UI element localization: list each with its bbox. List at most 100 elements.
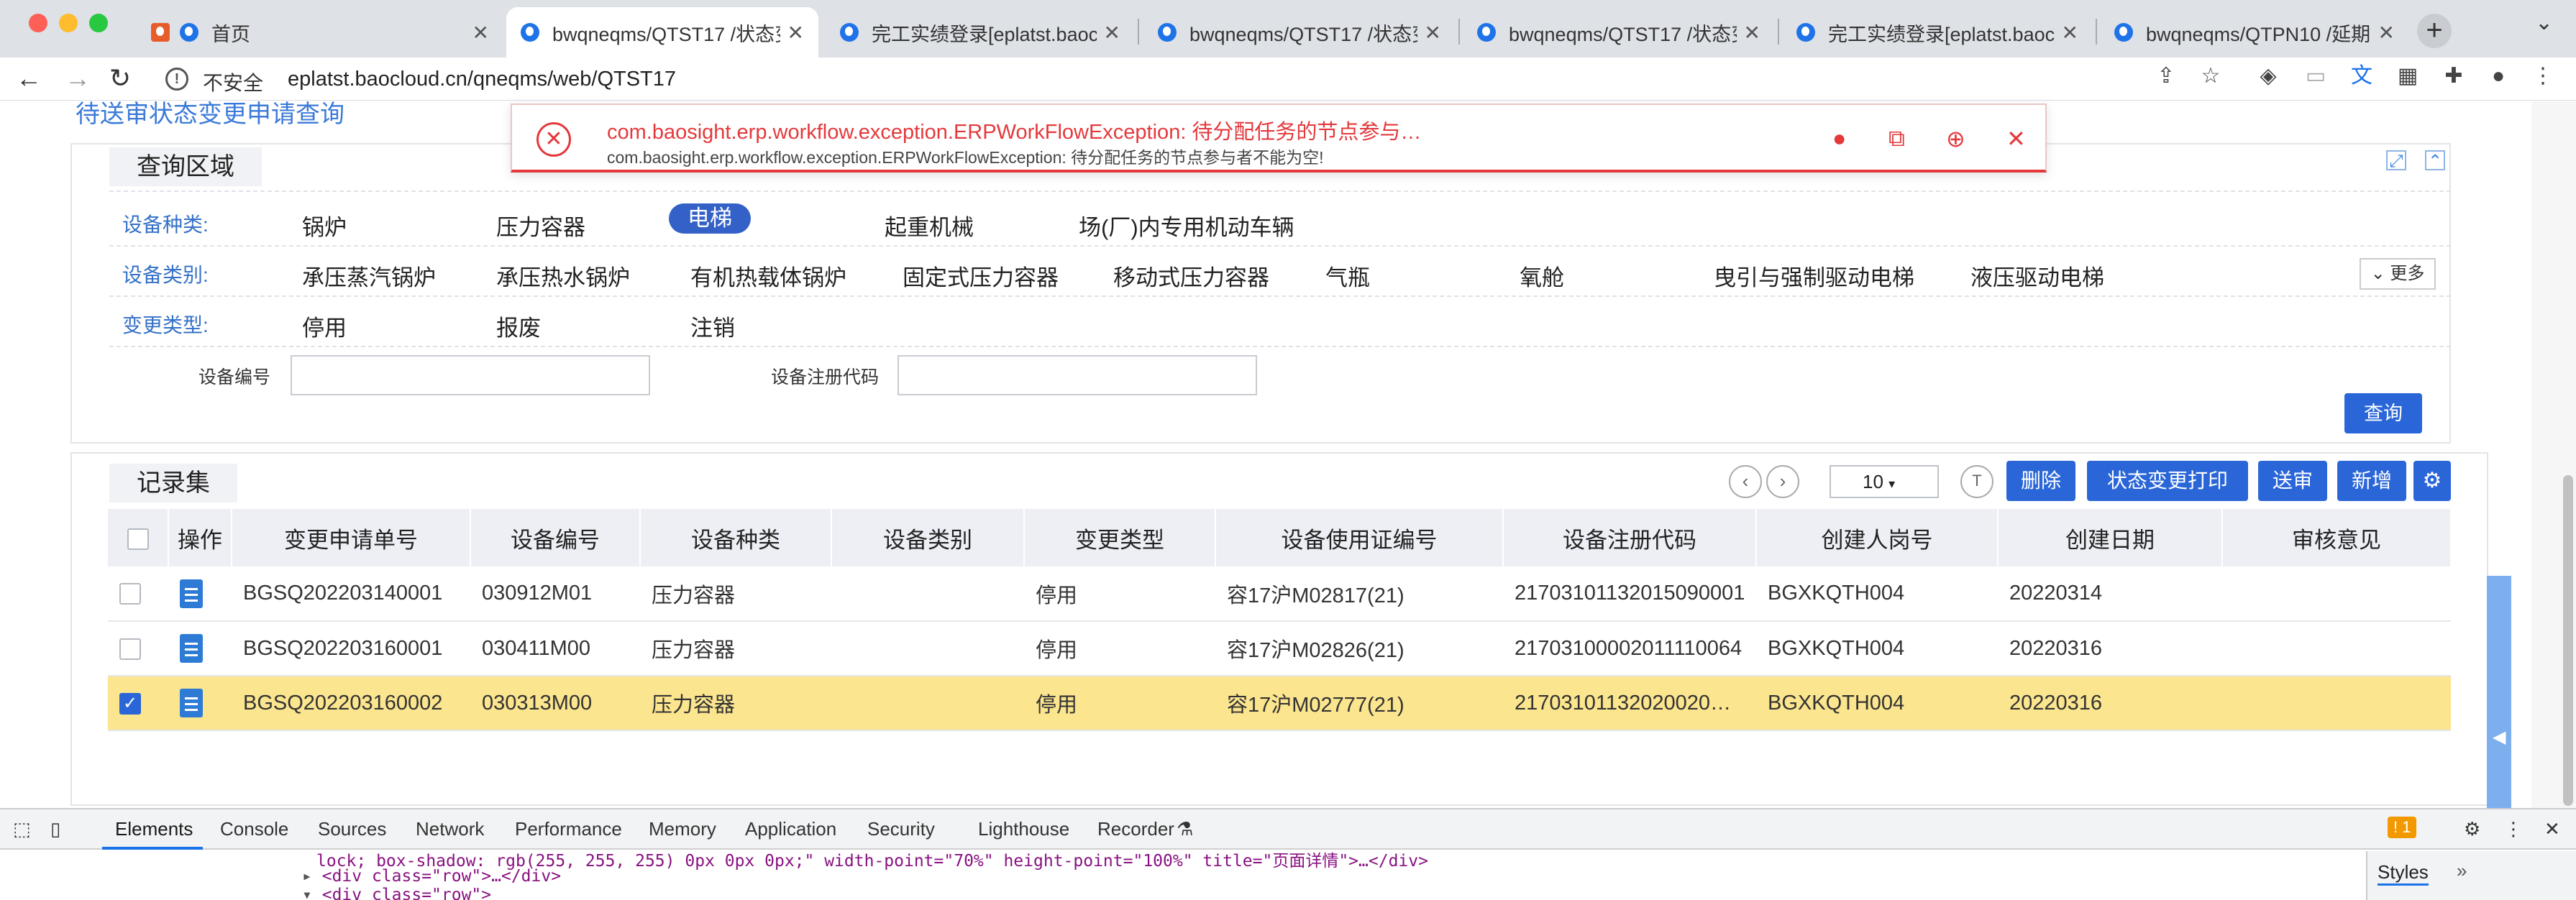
row-action-cell[interactable] (168, 676, 232, 731)
close-tab-icon[interactable]: ✕ (2062, 21, 2078, 45)
row-action-cell[interactable] (168, 621, 232, 676)
select-all-checkbox[interactable] (127, 528, 149, 550)
extension-cast-icon[interactable]: ▭ (2304, 65, 2327, 88)
browser-tab-active[interactable]: bwqneqms/QTST17 /状态变 ✕ (506, 7, 818, 58)
page-scrollbar[interactable] (2531, 101, 2576, 808)
devtools-settings-icon[interactable]: ⚙ (2464, 818, 2480, 840)
column-header[interactable]: 设备类别 (831, 509, 1025, 566)
share-icon[interactable]: ⇪ (2155, 65, 2178, 88)
devtools-tab-application[interactable]: Application (745, 818, 836, 840)
more-options-button[interactable]: ⌄ 更多 (2360, 258, 2436, 290)
extensions-puzzle-icon[interactable]: ✚ (2442, 65, 2465, 88)
registration-code-input[interactable] (898, 355, 1257, 395)
close-tab-icon[interactable]: ✕ (472, 21, 489, 45)
pin-icon[interactable]: ● (1832, 125, 1846, 152)
expand-triangle-icon[interactable]: ▸ (302, 867, 312, 886)
insecure-warning-icon[interactable]: ! (165, 68, 188, 91)
option-factory-vehicle[interactable]: 场(厂)内专用机动车辆 (1079, 209, 1294, 242)
profile-avatar-icon[interactable]: ● (2487, 65, 2510, 88)
option-category[interactable]: 气瓶 (1325, 260, 1370, 292)
close-tab-icon[interactable]: ✕ (787, 21, 804, 45)
status-change-print-button[interactable]: 状态变更打印 (2087, 461, 2248, 501)
tab-search-chevron-icon[interactable]: ⌄ (2535, 10, 2553, 35)
submit-review-button[interactable]: 送审 (2258, 461, 2327, 501)
next-page-icon[interactable]: › (1766, 465, 1799, 498)
table-row-selected[interactable]: ✓ BGSQ202203160002 030313M00 压力容器 停用 容17… (108, 676, 2451, 731)
table-row[interactable]: BGSQ202203140001 030912M01 压力容器 停用 容17沪M… (108, 566, 2451, 622)
browser-tab[interactable]: bwqneqms/QTST17 /状态变 ✕ (1463, 7, 1775, 58)
option-crane[interactable]: 起重机械 (885, 209, 974, 242)
devtools-tab-performance[interactable]: Performance (515, 818, 622, 840)
option-change-type[interactable]: 注销 (690, 310, 735, 342)
row-select-cell[interactable]: ✓ (108, 676, 168, 731)
option-category[interactable]: 移动式压力容器 (1113, 260, 1269, 292)
option-category[interactable]: 有机热载体锅炉 (690, 260, 846, 292)
maximize-window-dot[interactable] (89, 14, 108, 32)
prev-page-icon[interactable]: ‹ (1729, 465, 1762, 498)
column-header[interactable]: 审核意见 (2222, 509, 2452, 566)
issues-badge[interactable]: ! 1 (2388, 817, 2417, 838)
browser-tab[interactable]: 完工实绩登录[eplatst.baoclo ✕ (1782, 7, 2093, 58)
select-all-header[interactable] (108, 509, 169, 566)
row-checkbox[interactable] (119, 638, 141, 660)
add-button[interactable]: 新增 (2337, 461, 2406, 501)
bookmark-star-icon[interactable]: ☆ (2199, 65, 2222, 88)
option-elevator-selected[interactable]: 电梯 (669, 203, 751, 234)
copy-icon[interactable]: ⧉ (1888, 125, 1905, 152)
fullscreen-icon[interactable]: ⤢ (2386, 150, 2406, 171)
close-tab-icon[interactable]: ✕ (2378, 21, 2395, 45)
option-boiler[interactable]: 锅炉 (302, 209, 347, 242)
globe-icon[interactable]: ⊕ (1946, 125, 1965, 152)
page-size-select[interactable]: 10 ▾ (1830, 465, 1939, 498)
devtools-tab-network[interactable]: Network (416, 818, 484, 840)
close-tab-icon[interactable]: ✕ (1425, 21, 1441, 45)
devtools-tab-memory[interactable]: Memory (649, 818, 716, 840)
column-header[interactable]: 设备编号 (470, 509, 641, 566)
document-detail-icon[interactable] (180, 689, 203, 717)
address-bar[interactable]: ! 不安全 eplatst.baocloud.cn/qneqms/web/QTS… (160, 62, 2238, 96)
extension-send-icon[interactable]: ◈ (2257, 65, 2280, 88)
devtools-tab-elements[interactable]: Elements (115, 818, 193, 840)
new-tab-button[interactable]: + (2417, 14, 2452, 48)
dom-code-line[interactable]: ▸ <div class="row">…</div> (302, 867, 561, 886)
forward-arrow-icon[interactable]: → (65, 63, 91, 93)
delete-button[interactable]: 删除 (2006, 461, 2075, 501)
gear-icon[interactable]: ⚙ (2413, 461, 2451, 501)
devtools-tab-console[interactable]: Console (220, 818, 288, 840)
option-change-type[interactable]: 报废 (496, 310, 541, 342)
column-header[interactable]: 创建人岗号 (1756, 509, 1999, 566)
browser-tab[interactable]: bwqneqms/QTST17 /状态变 ✕ (1143, 7, 1456, 58)
row-select-cell[interactable] (108, 566, 168, 622)
styles-tab[interactable]: Styles (2378, 861, 2429, 886)
close-window-dot[interactable] (29, 14, 47, 32)
devtools-close-icon[interactable]: ✕ (2544, 818, 2560, 840)
translate-icon[interactable]: 文 (2350, 65, 2373, 88)
devtools-tab-security[interactable]: Security (867, 818, 935, 840)
browser-tab[interactable]: bwqneqms/QTPN10 /延期检 ✕ (2100, 7, 2409, 58)
extension-grid-icon[interactable]: ▦ (2396, 65, 2419, 88)
row-action-cell[interactable] (168, 566, 232, 622)
table-row[interactable]: BGSQ202203160001 030411M00 压力容器 停用 容17沪M… (108, 621, 2451, 676)
row-select-cell[interactable] (108, 621, 168, 676)
search-button[interactable]: 查询 (2344, 393, 2422, 433)
devtools-menu-icon[interactable]: ⋮ (2504, 818, 2523, 840)
option-category[interactable]: 曳引与强制驱动电梯 (1714, 260, 1914, 292)
minimize-window-dot[interactable] (59, 14, 78, 32)
equipment-no-input[interactable] (291, 355, 650, 395)
close-tab-icon[interactable]: ✕ (1744, 21, 1760, 45)
close-toast-icon[interactable]: ✕ (2006, 125, 2026, 152)
expand-triangle-icon[interactable]: ▾ (302, 886, 312, 900)
option-category[interactable]: 承压蒸汽锅炉 (302, 260, 436, 292)
column-header[interactable]: 变更类型 (1024, 509, 1216, 566)
column-header[interactable]: 创建日期 (1998, 509, 2223, 566)
option-category[interactable]: 承压热水锅炉 (496, 260, 630, 292)
column-settings-icon[interactable]: T (1960, 465, 1993, 498)
document-detail-icon[interactable] (180, 579, 203, 608)
column-header[interactable]: 设备注册代码 (1503, 509, 1757, 566)
browser-tab-home[interactable]: 首页 ✕ (137, 7, 503, 58)
option-category[interactable]: 液压驱动电梯 (1970, 260, 2104, 292)
row-checkbox[interactable] (119, 583, 141, 605)
browser-tab[interactable]: 完工实绩登录[eplatst.baoclo ✕ (826, 7, 1135, 58)
collapse-icon[interactable]: ⌃ (2425, 150, 2445, 171)
column-header[interactable]: 设备使用证编号 (1215, 509, 1504, 566)
